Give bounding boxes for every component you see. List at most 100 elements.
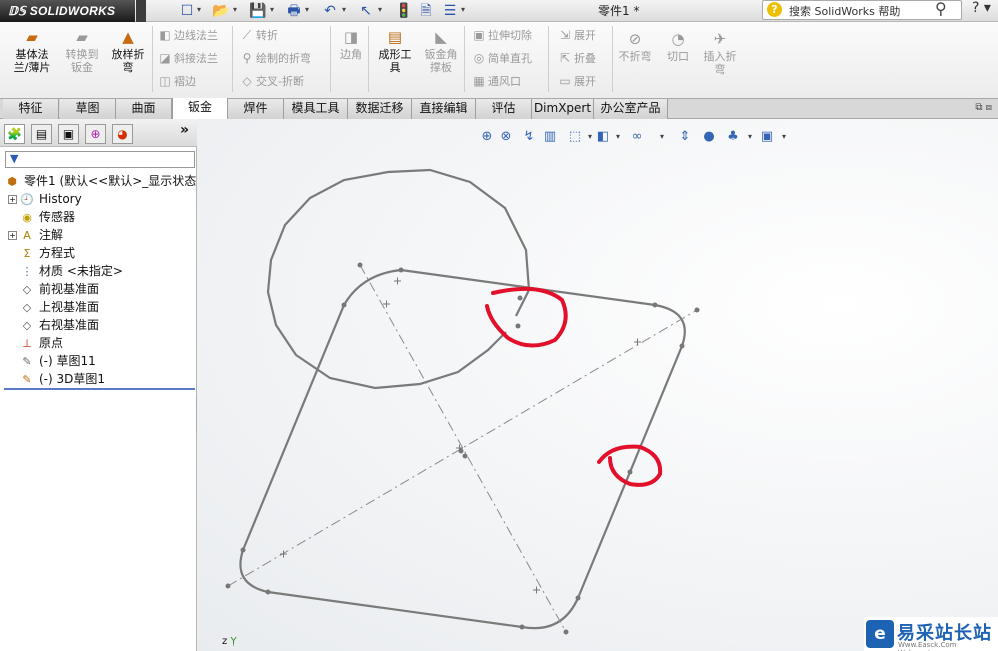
save-icon[interactable]: 💾 [246, 1, 270, 21]
rollback-bar[interactable] [4, 388, 195, 390]
options-icon[interactable]: ☰ [438, 1, 462, 21]
top-plane-icon: ◇ [22, 301, 32, 314]
print-icon[interactable]: 🖶 [282, 1, 306, 21]
tab-bar-controls[interactable]: ⧉ ⧈ [975, 102, 992, 113]
rip-button[interactable]: ◔ 切口 [662, 30, 694, 63]
tab-weldments[interactable]: 焊件 [228, 99, 284, 119]
tree-item-label: 原点 [39, 336, 64, 350]
ribbon-button-label: 简单直孔 [488, 52, 532, 65]
ribbon-button-label: 展开 [574, 29, 596, 42]
unfold-button[interactable]: ⇲ 展开 [556, 26, 596, 44]
dropdown-arrow-icon[interactable]: ▾ [305, 5, 309, 14]
tree-item-equations[interactable]: Σ 方程式 [8, 244, 76, 262]
tree-root-part[interactable]: ⬢ 零件1 (默认<<默认>_显示状态 1 [4, 172, 208, 190]
dropdown-arrow-icon[interactable]: ▾ [342, 5, 346, 14]
annotations-icon: A [23, 229, 31, 242]
jog-icon: ⟋ [242, 28, 252, 42]
tree-item-history[interactable]: + 🕘 History [8, 190, 82, 208]
menu-expand-icon[interactable] [136, 0, 146, 22]
watermark-logo: e [866, 620, 894, 648]
dropdown-arrow-icon[interactable]: ▾ [270, 5, 274, 14]
help-search-input[interactable]: ? 搜索 SolidWorks 帮助 ⚲ [762, 0, 962, 20]
tab-office-products[interactable]: 办公室产品 [594, 99, 668, 119]
lofted-bend-button[interactable]: ▲ 放样折弯 [106, 28, 150, 74]
display-manager-tab-icon[interactable]: ◕ [112, 124, 133, 144]
ribbon-button-label: 不折弯 [618, 50, 652, 63]
red-annotation-mark-2 [597, 444, 663, 487]
tab-sketch[interactable]: 草图 [60, 99, 116, 119]
flatten-button[interactable]: ▭ 展开 [556, 72, 596, 90]
new-icon[interactable]: ☐ [175, 1, 199, 21]
tree-item-material[interactable]: ⋮ 材质 <未指定> [8, 262, 123, 280]
ribbon-separator [368, 26, 369, 92]
lofted-bend-icon: ▲ [122, 28, 134, 46]
tab-direct-editing[interactable]: 直接编辑 [412, 99, 476, 119]
tree-item-3dsketch1[interactable]: ✎ (-) 3D草图1 [8, 370, 105, 388]
rebuild-icon[interactable]: 🚦 [392, 1, 416, 21]
search-icon[interactable]: ⚲ [935, 0, 947, 18]
tree-item-front-plane[interactable]: ◇ 前视基准面 [8, 280, 99, 298]
corners-button[interactable]: ◨ 边角 [334, 28, 368, 61]
insert-bends-button[interactable]: ✈ 插入折弯 [698, 30, 742, 76]
no-bends-button[interactable]: ⊘ 不折弯 [614, 30, 656, 63]
tree-item-sensors[interactable]: ◉ 传感器 [8, 208, 75, 226]
hem-button[interactable]: ◫ 褶边 [156, 72, 196, 90]
sketch-circle-arc[interactable] [266, 168, 531, 390]
triad-z-label: z Ỵ [222, 636, 237, 647]
tab-evaluate[interactable]: 评估 [476, 99, 532, 119]
expand-icon[interactable]: + [8, 195, 17, 204]
fold-button[interactable]: ⇱ 折叠 [556, 49, 596, 67]
feature-tree-tab-icon[interactable]: 🧩 [4, 124, 25, 144]
forming-tool-button[interactable]: ▤ 成形工具 [372, 28, 418, 74]
ribbon-separator [548, 26, 549, 92]
feature-filter-input[interactable]: ▼ [5, 151, 195, 168]
sketch-canvas[interactable] [197, 119, 998, 651]
open-icon[interactable]: 📂 [209, 1, 233, 21]
dropdown-arrow-icon[interactable]: ▾ [378, 5, 382, 14]
tree-item-top-plane[interactable]: ◇ 上视基准面 [8, 298, 99, 316]
convert-to-sheet-metal-button[interactable]: ▰ 转换到 钣金 [60, 28, 104, 74]
ribbon-button-label: 放样折 [111, 48, 145, 61]
expand-icon[interactable]: + [8, 231, 17, 240]
edge-flange-button[interactable]: ◧ 边线法兰 [156, 26, 218, 44]
jog-button[interactable]: ⟋ 转折 [238, 26, 278, 44]
tab-surfaces[interactable]: 曲面 [116, 99, 172, 119]
ribbon-button-label: 边角 [340, 48, 362, 61]
tree-item-label: History [39, 192, 82, 206]
base-flange-button[interactable]: ▰ 基体法 兰/薄片 [10, 28, 54, 74]
dropdown-arrow-icon[interactable]: ▾ [197, 5, 201, 14]
help-button[interactable]: ? ▾ [972, 0, 991, 16]
tab-mold-tools[interactable]: 模具工具 [284, 99, 348, 119]
sketched-bend-button[interactable]: ⚲ 绘制的折弯 [238, 49, 311, 67]
filter-icon: ▼ [10, 152, 19, 165]
miter-flange-button[interactable]: ◪ 斜接法兰 [156, 49, 218, 67]
property-manager-tab-icon[interactable]: ▤ [31, 124, 52, 144]
tab-dimxpert[interactable]: DimXpert [532, 99, 594, 119]
expand-panel-icon[interactable]: » [180, 122, 189, 138]
tab-features[interactable]: 特征 [3, 99, 59, 119]
ribbon-button-label: 转换到 [65, 48, 99, 61]
file-properties-icon[interactable]: 🗎 [414, 1, 438, 21]
configuration-manager-tab-icon[interactable]: ▣ [58, 124, 79, 144]
select-icon[interactable]: ↖ [354, 1, 378, 21]
graphics-area[interactable]: ⊕ ⊗ ↯ ▥ ⬚ ◧ ∞ ⇕ ● ♣ ▣ ▾ ▾ ▾ ▾ ▾ [197, 119, 998, 651]
cross-break-button[interactable]: ◇ 交叉-折断 [238, 72, 304, 90]
undo-icon[interactable]: ↶ [318, 1, 342, 21]
vent-icon: ▦ [473, 74, 485, 88]
dropdown-arrow-icon[interactable]: ▾ [461, 5, 465, 14]
ribbon-separator [152, 26, 153, 92]
tab-sheet-metal[interactable]: 钣金 [172, 98, 228, 120]
sheet-metal-gusset-button[interactable]: ◣ 钣金角 撑板 [421, 28, 461, 74]
tree-item-origin[interactable]: ⊥ 原点 [8, 334, 63, 352]
tree-item-label: (-) 3D草图1 [39, 372, 106, 386]
vent-button[interactable]: ▦ 通风口 [470, 72, 521, 90]
tree-item-annotations[interactable]: + A 注解 [8, 226, 63, 244]
dropdown-arrow-icon[interactable]: ▾ [233, 5, 237, 14]
tree-item-right-plane[interactable]: ◇ 右视基准面 [8, 316, 99, 334]
dimxpert-manager-tab-icon[interactable]: ⊕ [85, 124, 106, 144]
solidworks-logo[interactable]: 𝔻𝕊 SOLIDWORKS [0, 0, 135, 22]
extruded-cut-button[interactable]: ▣ 拉伸切除 [470, 26, 532, 44]
simple-hole-button[interactable]: ◎ 简单直孔 [470, 49, 532, 67]
tree-item-sketch11[interactable]: ✎ (-) 草图11 [8, 352, 95, 370]
tab-data-migration[interactable]: 数据迁移 [348, 99, 412, 119]
